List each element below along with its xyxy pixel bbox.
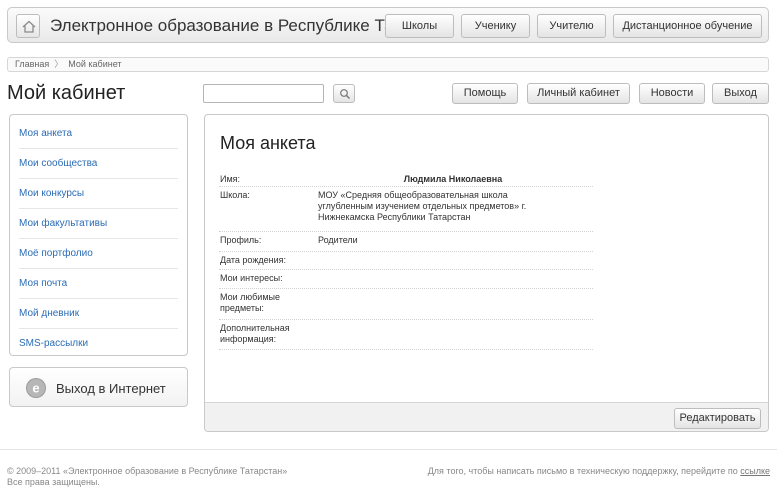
breadcrumb-separator: 〉 (54, 59, 64, 69)
internet-exit-button[interactable]: e Выход в Интернет (9, 367, 188, 407)
sidebar-item-contests[interactable]: Мои конкурсы (19, 179, 178, 209)
page-title: Мой кабинет (7, 82, 126, 104)
personal-cabinet-button[interactable]: Личный кабинет (527, 83, 630, 104)
search-button[interactable] (333, 84, 355, 103)
field-label: Мои интересы: (220, 273, 283, 283)
footer-copyright: © 2009–2011 «Электронное образование в Р… (7, 466, 287, 488)
support-text: Для того, чтобы написать письмо в технич… (427, 466, 738, 476)
field-row-additional-info: Дополнительная информация: (219, 320, 593, 350)
field-row-name: Имя: Людмила Николаевна (219, 171, 593, 187)
edit-button[interactable]: Редактировать (674, 408, 761, 429)
field-label: Дата рождения: (220, 255, 286, 265)
sidebar-menu: Моя анкета Мои сообщества Мои конкурсы М… (9, 114, 188, 356)
profile-fields: Имя: Людмила Николаевна Школа: МОУ «Сред… (219, 171, 593, 350)
news-button[interactable]: Новости (639, 83, 705, 104)
home-button[interactable] (16, 14, 40, 38)
field-label: Дополнительная информация: (220, 323, 290, 344)
nav-student[interactable]: Ученику (461, 14, 530, 38)
browser-icon: e (26, 378, 46, 398)
nav-schools[interactable]: Школы (385, 14, 454, 38)
sidebar-item-my-profile[interactable]: Моя анкета (19, 119, 178, 149)
search-input[interactable] (203, 84, 324, 103)
internet-exit-label: Выход в Интернет (56, 381, 166, 396)
field-label: Мои любимые предметы: (220, 292, 280, 313)
svg-text:e: e (32, 381, 39, 396)
field-row-interests: Мои интересы: (219, 270, 593, 289)
sidebar-item-electives[interactable]: Мои факультативы (19, 209, 178, 239)
breadcrumb-home[interactable]: Главная (15, 59, 49, 69)
field-label: Школа: (220, 190, 250, 200)
field-row-birthdate: Дата рождения: (219, 252, 593, 270)
help-button[interactable]: Помощь (452, 83, 518, 104)
breadcrumb: Главная 〉 Мой кабинет (7, 57, 769, 72)
magnifier-icon (340, 89, 350, 99)
field-label: Профиль: (220, 235, 262, 245)
footer-divider (0, 449, 777, 450)
sidebar-item-sms[interactable]: SMS-рассылки (19, 329, 178, 359)
logout-button[interactable]: Выход (712, 83, 769, 104)
field-label: Имя: (220, 174, 241, 184)
nav-distance-learning[interactable]: Дистанционное обучение (613, 14, 762, 38)
field-row-school: Школа: МОУ «Средняя общеобразовательная … (219, 187, 593, 232)
rights-line: Все права защищены. (7, 477, 100, 487)
sidebar-item-diary[interactable]: Мой дневник (19, 299, 178, 329)
field-value-name: Людмила Николаевна (403, 174, 503, 184)
field-value-school: МОУ «Средняя общеобразовательная школа у… (318, 190, 527, 222)
support-link[interactable]: ссылке (740, 466, 770, 476)
sidebar-item-portfolio[interactable]: Моё портфолио (19, 239, 178, 269)
site-header: Электронное образование в Республике Тат… (7, 7, 769, 43)
nav-teacher[interactable]: Учителю (537, 14, 606, 38)
field-value-profile: Родители (318, 235, 358, 245)
field-row-profile: Профиль: Родители (219, 232, 593, 252)
home-icon (22, 20, 36, 33)
footer-support: Для того, чтобы написать письмо в технич… (428, 466, 770, 476)
profile-panel: Моя анкета Имя: Людмила Николаевна Школа… (204, 114, 769, 432)
sidebar-item-mail[interactable]: Моя почта (19, 269, 178, 299)
copyright-line: © 2009–2011 «Электронное образование в Р… (7, 466, 288, 476)
field-row-favorite-subjects: Мои любимые предметы: (219, 289, 593, 320)
sidebar-item-communities[interactable]: Мои сообщества (19, 149, 178, 179)
profile-panel-footer: Редактировать (205, 402, 768, 431)
breadcrumb-current: Мой кабинет (68, 59, 122, 69)
profile-title: Моя анкета (220, 133, 316, 153)
